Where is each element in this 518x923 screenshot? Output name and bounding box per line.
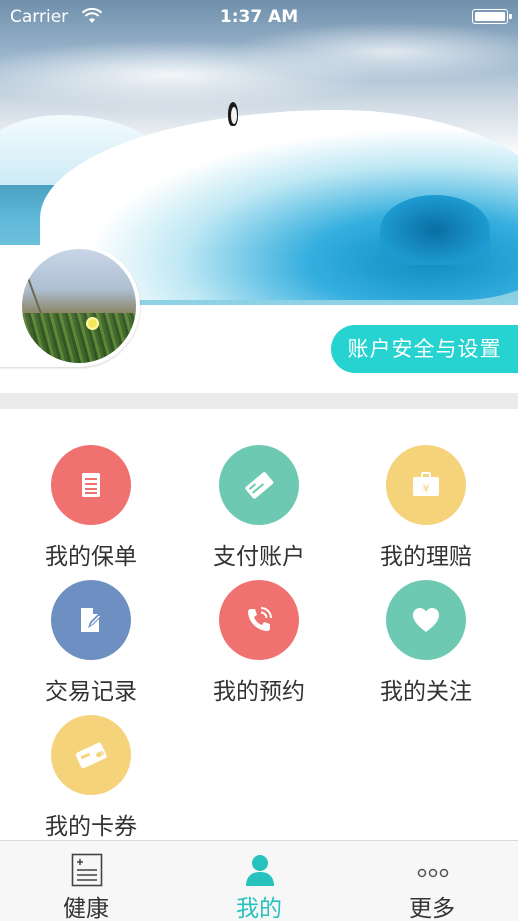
- edit-record-icon: [51, 580, 131, 660]
- heart-icon: [386, 580, 466, 660]
- briefcase-yen-icon: ¥: [386, 445, 466, 525]
- more-dots-icon: [417, 868, 449, 878]
- grid-item-my-follows[interactable]: 我的关注: [351, 580, 501, 710]
- tab-label: 我的: [236, 896, 282, 922]
- payment-icon: [219, 445, 299, 525]
- grid-item-label: 交易记录: [45, 679, 137, 705]
- grid-item-my-coupons[interactable]: 我的卡券: [16, 715, 166, 845]
- avatar-frame: [0, 245, 140, 367]
- grid-item-my-appointments[interactable]: 我的预约: [184, 580, 334, 710]
- grid-item-my-claims[interactable]: ¥ 我的理赔: [351, 445, 501, 575]
- grid-item-label: 我的保单: [45, 544, 137, 570]
- status-bar: Carrier 1:37 AM: [0, 0, 518, 34]
- battery-icon: [472, 9, 512, 24]
- phone-icon: [219, 580, 299, 660]
- section-divider: [0, 393, 518, 409]
- account-security-settings-button[interactable]: 账户安全与设置: [331, 325, 518, 373]
- tab-health[interactable]: 健康: [0, 841, 172, 922]
- card-icon: [51, 715, 131, 795]
- penguin-figure: [226, 98, 240, 128]
- avatar[interactable]: [22, 249, 136, 363]
- grid-item-payment-account[interactable]: 支付账户: [184, 445, 334, 575]
- grid-item-label: 我的卡券: [45, 814, 137, 840]
- person-icon: [246, 855, 274, 886]
- clock: 1:37 AM: [219, 7, 299, 27]
- grid-item-label: 我的关注: [380, 679, 472, 705]
- ice-cave: [380, 195, 490, 265]
- tab-label: 健康: [63, 896, 109, 922]
- grid-item-transaction-records[interactable]: 交易记录: [16, 580, 166, 710]
- tab-bar: 健康 我的 更多: [0, 840, 518, 922]
- grid-item-label: 我的预约: [213, 679, 305, 705]
- health-record-icon: [71, 853, 103, 887]
- tab-label: 更多: [409, 896, 455, 922]
- document-icon: [51, 445, 131, 525]
- grid-item-my-policies[interactable]: 我的保单: [16, 445, 166, 575]
- tab-mine[interactable]: 我的: [173, 841, 345, 922]
- svg-text:¥: ¥: [423, 482, 430, 495]
- grid-item-label: 我的理赔: [380, 544, 472, 570]
- tab-more[interactable]: 更多: [346, 841, 518, 922]
- grid-item-label: 支付账户: [213, 544, 305, 570]
